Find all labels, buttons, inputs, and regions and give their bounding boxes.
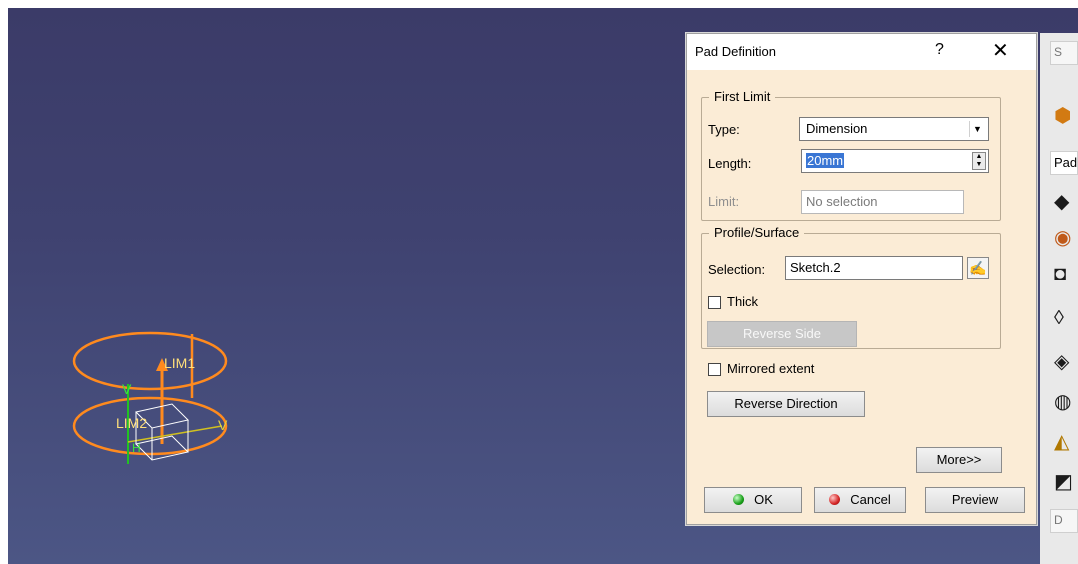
length-value: 20mm [806,153,845,168]
selection-label: Selection: [708,262,766,277]
length-field[interactable]: 20mm ▲ ▼ [801,149,989,173]
pocket-tool-icon[interactable]: ◆ [1054,189,1078,215]
lim2-label: LIM2 [116,415,147,431]
pad-tooltip: Pad [1050,151,1078,175]
upper-limit-ellipse [72,331,228,391]
limit-label: Limit: [708,194,740,209]
multipad-tool-icon[interactable]: ◩ [1054,469,1078,495]
toolbar-tab-d[interactable]: D [1050,509,1078,533]
limit-field: No selection [801,190,964,214]
more-button[interactable]: More>> [916,447,1002,473]
shaft-tool-icon[interactable]: ◉ [1054,225,1078,251]
type-dropdown[interactable]: Dimension ▼ [799,117,989,141]
first-limit-legend: First Limit [709,89,776,104]
ok-icon [733,494,745,505]
cancel-icon [829,494,841,505]
thick-label: Thick [727,294,759,309]
close-button[interactable]: ✕ [992,38,1009,63]
mirrored-extent-label: Mirrored extent [727,361,815,376]
dialog-title: Pad Definition [695,44,776,59]
edit-sketch-icon[interactable]: ✍ [967,257,989,279]
selection-field[interactable]: Sketch.2 [785,256,963,280]
type-dropdown-value: Dimension [806,121,868,136]
selection-value: Sketch.2 [790,260,841,275]
profile-surface-legend: Profile/Surface [709,225,805,240]
hole-tool-icon[interactable]: ◘ [1054,261,1078,287]
toolbar-tab-s[interactable]: S [1050,41,1078,65]
ok-button[interactable]: OK [704,487,802,513]
slot-tool-icon[interactable]: ◈ [1054,349,1078,375]
dialog-titlebar[interactable]: Pad Definition ? ✕ [687,34,1036,70]
reverse-side-button: Reverse Side [707,321,857,347]
stiffener-tool-icon[interactable]: ◍ [1054,389,1078,415]
sketch-tool-icon[interactable]: ⬢ [1054,103,1078,129]
v-axis-label-2: V [218,417,228,433]
cancel-label: Cancel [850,492,891,507]
lim1-label: LIM1 [164,355,195,371]
type-label: Type: [708,122,740,137]
rib-tool-icon[interactable]: ◊ [1054,305,1078,331]
sketch-geometry[interactable]: LIM1 LIM2 V V H [72,324,252,474]
pad-definition-dialog: Pad Definition ? ✕ First Limit Type: Dim… [686,33,1037,525]
mirrored-extent-checkbox[interactable] [708,363,721,376]
length-label: Length: [708,156,752,171]
limit-value: No selection [806,194,878,209]
thick-checkbox[interactable] [708,296,721,309]
right-toolbar-panel: S ⬢ Pad ◆ ◉ ◘ ◊ ◈ ◍ ◭ ◩ D [1040,33,1078,564]
spinner-icon[interactable]: ▲ ▼ [972,152,986,170]
ok-label: OK [754,492,773,507]
help-button[interactable]: ? [935,41,944,59]
v-axis-label: V [122,381,132,397]
cancel-button[interactable]: Cancel [814,487,906,513]
h-axis-label: H [132,441,141,455]
preview-button[interactable]: Preview [925,487,1025,513]
reverse-direction-button[interactable]: Reverse Direction [707,391,865,417]
chevron-down-icon[interactable]: ▼ [969,121,985,137]
loft-tool-icon[interactable]: ◭ [1054,429,1078,455]
